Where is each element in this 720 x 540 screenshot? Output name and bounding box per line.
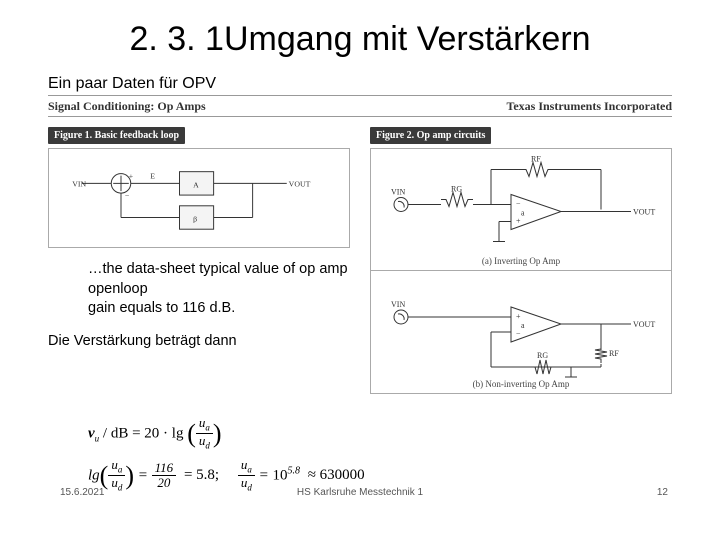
svg-text:+: + bbox=[516, 312, 521, 321]
svg-text:RG: RG bbox=[451, 185, 462, 194]
figure-2a-caption: (a) Inverting Op Amp bbox=[482, 256, 560, 266]
svg-text:VIN: VIN bbox=[72, 179, 86, 188]
svg-text:VIN: VIN bbox=[391, 188, 405, 197]
svg-text:RF: RF bbox=[609, 349, 619, 358]
figure-2b: VIN a + − RG VOUT bbox=[371, 271, 671, 393]
svg-text:E: E bbox=[150, 172, 155, 181]
figure-2-label: Figure 2. Op amp circuits bbox=[370, 127, 491, 144]
svg-text:VOUT: VOUT bbox=[289, 179, 311, 188]
figure-1-label: Figure 1. Basic feedback loop bbox=[48, 127, 185, 144]
feedback-loop-diagram: + − VIN E A VOUT β bbox=[59, 159, 339, 237]
formula-row: vu / dB = 20 · lg ( ua ud ) bbox=[0, 416, 720, 452]
footer-date: 15.6.2021 bbox=[60, 487, 105, 498]
figure-2-box: VIN RG RF a − + bbox=[370, 148, 672, 394]
figure-2b-caption: (b) Non-inverting Op Amp bbox=[473, 379, 570, 389]
svg-text:a: a bbox=[521, 209, 525, 218]
banner: Signal Conditioning: Op Amps Texas Instr… bbox=[48, 95, 672, 117]
subtitle: Ein paar Daten für OPV bbox=[0, 75, 720, 93]
footer-page-number: 12 bbox=[657, 487, 668, 498]
svg-text:−: − bbox=[125, 191, 130, 200]
svg-text:A: A bbox=[193, 180, 199, 189]
banner-left: Signal Conditioning: Op Amps bbox=[48, 99, 206, 114]
figure-1-column: Figure 1. Basic feedback loop + − VIN E … bbox=[48, 125, 350, 394]
svg-text:a: a bbox=[521, 321, 525, 330]
svg-text:VOUT: VOUT bbox=[633, 320, 655, 329]
svg-text:+: + bbox=[516, 217, 521, 226]
figures-row: Figure 1. Basic feedback loop + − VIN E … bbox=[0, 125, 720, 394]
gain-note: Die Verstärkung beträgt dann bbox=[48, 333, 350, 349]
svg-text:+: + bbox=[129, 172, 134, 181]
svg-text:β: β bbox=[193, 214, 197, 223]
footer-center: HS Karlsruhe Messtechnik 1 bbox=[297, 487, 423, 498]
figure-2-column: Figure 2. Op amp circuits VIN RG RF bbox=[370, 125, 672, 394]
svg-text:RF: RF bbox=[531, 155, 541, 164]
svg-text:−: − bbox=[516, 200, 521, 209]
svg-text:VIN: VIN bbox=[391, 300, 405, 309]
svg-text:−: − bbox=[516, 329, 521, 338]
svg-text:VOUT: VOUT bbox=[633, 208, 655, 217]
svg-text:RG: RG bbox=[537, 351, 548, 360]
banner-right: Texas Instruments Incorporated bbox=[506, 99, 672, 114]
inverting-opamp-diagram: VIN RG RF a − + bbox=[371, 149, 671, 270]
formula-1: vu / dB = 20 · lg ( ua ud ) bbox=[88, 416, 222, 452]
page-title: 2. 3. 1Umgang mit Verstärkern bbox=[0, 0, 720, 75]
figure-1-box: + − VIN E A VOUT β bbox=[48, 148, 350, 248]
datasheet-quote: …the data-sheet typical value of op amp … bbox=[48, 260, 350, 319]
noninverting-opamp-diagram: VIN a + − RG VOUT bbox=[371, 271, 671, 393]
figure-2a: VIN RG RF a − + bbox=[371, 149, 671, 271]
